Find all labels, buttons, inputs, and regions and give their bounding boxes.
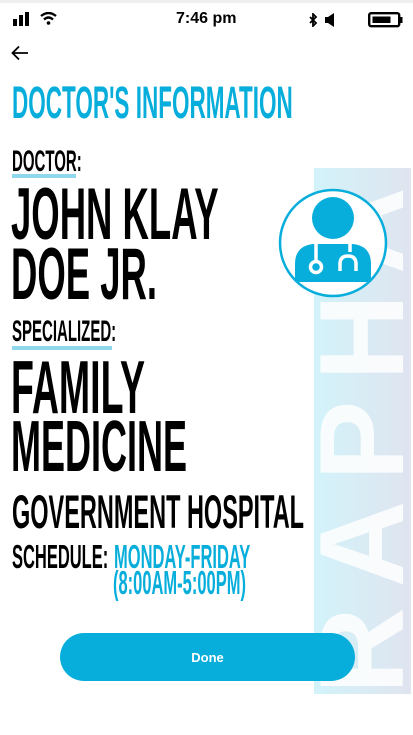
schedule-label: SCHEDULE: bbox=[12, 538, 109, 575]
doctor-label: DOCTOR: bbox=[12, 145, 82, 178]
page-title: DOCTOR'S INFORMATION bbox=[12, 77, 293, 128]
doctor-name-line2: DOE JR. bbox=[11, 234, 158, 315]
schedule-hours: (8:00AM-5:00PM) bbox=[113, 564, 246, 601]
signal-icon bbox=[13, 12, 29, 26]
doctor-icon bbox=[278, 188, 388, 298]
top-edge bbox=[0, 0, 413, 3]
wifi-icon bbox=[40, 12, 57, 25]
hospital-name: GOVERNMENT HOSPITAL bbox=[12, 485, 305, 538]
status-time: 7:46 pm bbox=[176, 10, 237, 27]
done-button[interactable]: Done bbox=[60, 633, 355, 681]
battery-icon bbox=[368, 12, 403, 28]
specialized-label: SPECIALIZED: bbox=[12, 315, 117, 348]
back-button[interactable] bbox=[11, 45, 29, 61]
specialization-line2: MEDICINE bbox=[11, 407, 188, 487]
volume-icon bbox=[325, 13, 334, 27]
bluetooth-icon bbox=[309, 13, 318, 27]
